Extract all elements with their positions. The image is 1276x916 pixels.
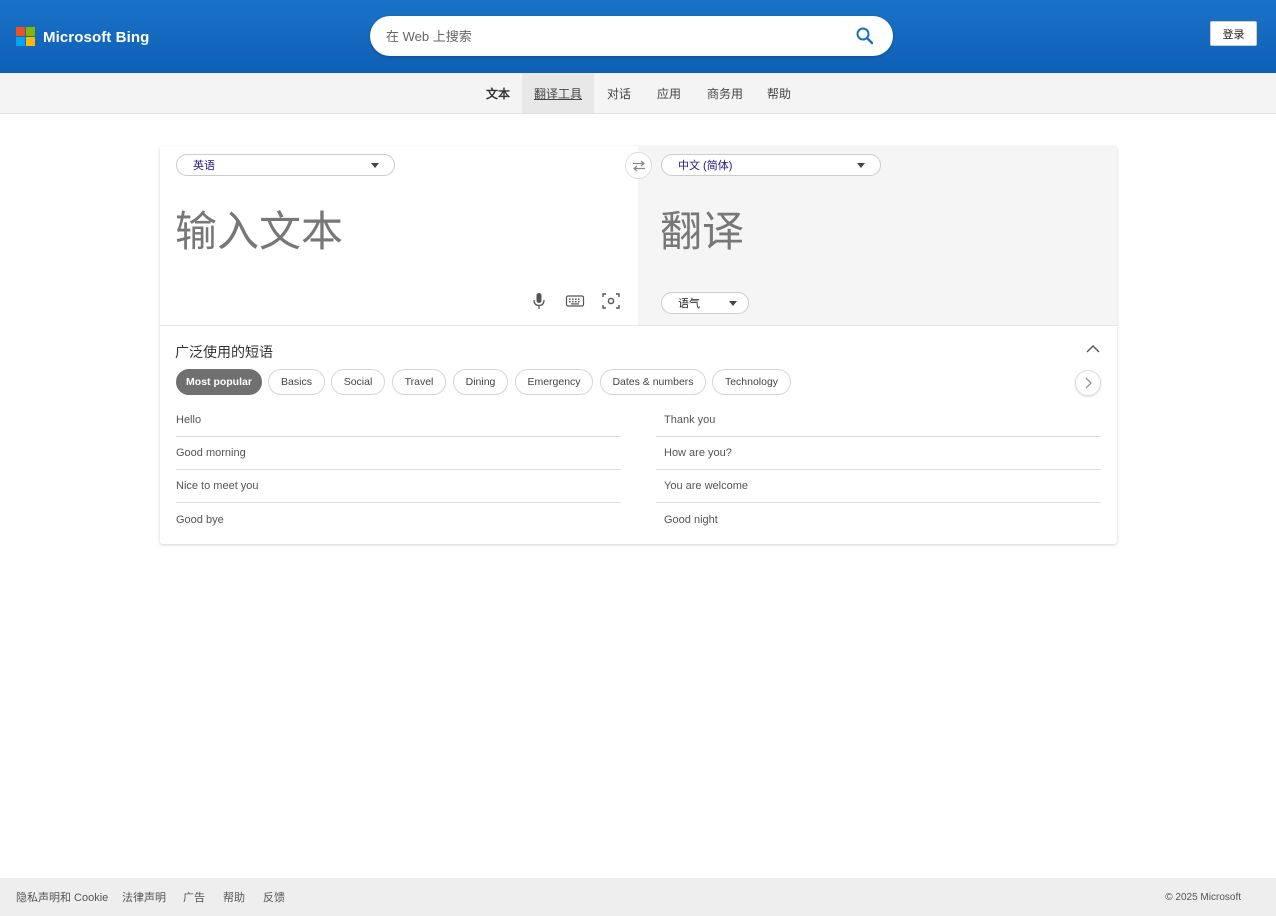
phrases-title: 广泛使用的短语 — [175, 344, 273, 360]
translator-card: 英语 中文 (简体) 输入文本 翻译 语气 广泛使用的短语 Most popul… — [160, 146, 1117, 544]
translation-output: 翻译 — [660, 207, 745, 256]
target-language-select[interactable]: 中文 (简体) — [661, 154, 881, 176]
bing-logo[interactable]: Microsoft Bing — [16, 27, 149, 47]
copyright: © 2025 Microsoft — [1165, 891, 1241, 903]
source-language-select[interactable]: 英语 — [176, 154, 395, 176]
tab-translator-tools[interactable]: 翻译工具 — [522, 73, 594, 113]
phrase-item[interactable]: Good morning — [176, 437, 621, 470]
swap-languages-button[interactable] — [625, 152, 652, 179]
search-box[interactable] — [370, 16, 893, 56]
chevron-down-icon — [729, 301, 737, 306]
chevron-down-icon — [857, 163, 865, 168]
footer-link-feedback[interactable]: 反馈 — [263, 878, 285, 916]
keyboard-icon[interactable] — [565, 292, 585, 310]
phrase-item[interactable]: Thank you — [656, 404, 1101, 437]
chip-dining[interactable]: Dining — [453, 369, 508, 395]
phrase-item[interactable]: How are you? — [656, 437, 1101, 470]
chip-emergency[interactable]: Emergency — [515, 369, 593, 395]
source-text-input[interactable]: 输入文本 — [175, 198, 343, 259]
divider — [160, 325, 1117, 326]
next-categories-button[interactable] — [1075, 370, 1101, 396]
search-input[interactable] — [386, 16, 836, 56]
tab-conversation[interactable]: 对话 — [607, 73, 631, 113]
sub-navigation: 文本 翻译工具 对话 应用 商务用 帮助 — [0, 73, 1276, 114]
header: Microsoft Bing 登录 — [0, 0, 1276, 73]
chip-basics[interactable]: Basics — [268, 369, 325, 395]
phrase-item[interactable]: You are welcome — [656, 470, 1101, 503]
tone-label: 语气 — [678, 298, 700, 310]
tab-text[interactable]: 文本 — [486, 73, 510, 113]
tab-help[interactable]: 帮助 — [767, 73, 791, 113]
phrase-item[interactable]: Good night — [656, 503, 1101, 536]
chevron-down-icon — [371, 163, 379, 168]
footer-link-advertising[interactable]: 广告 — [183, 878, 205, 916]
phrase-item[interactable]: Nice to meet you — [176, 470, 621, 503]
signin-button[interactable]: 登录 — [1210, 21, 1257, 46]
chevron-right-icon — [1085, 377, 1092, 389]
phrase-item[interactable]: Good bye — [176, 503, 621, 536]
microphone-icon[interactable] — [529, 292, 549, 310]
tab-apps[interactable]: 应用 — [657, 73, 681, 113]
tab-business[interactable]: 商务用 — [707, 73, 743, 113]
microsoft-logo-icon — [16, 27, 36, 47]
chip-travel[interactable]: Travel — [392, 369, 446, 395]
brand-name: Microsoft Bing — [43, 28, 150, 46]
swap-icon — [632, 160, 645, 171]
chip-technology[interactable]: Technology — [712, 369, 791, 395]
chevron-up-icon[interactable] — [1086, 344, 1100, 354]
camera-scan-icon[interactable] — [601, 292, 621, 310]
target-language-label: 中文 (简体) — [678, 160, 733, 172]
phrase-item[interactable]: Hello — [176, 404, 621, 437]
chip-dates-numbers[interactable]: Dates & numbers — [600, 369, 706, 395]
chip-most-popular[interactable]: Most popular — [176, 369, 262, 395]
tone-select[interactable]: 语气 — [661, 292, 749, 314]
search-icon[interactable] — [855, 26, 875, 46]
footer-link-privacy[interactable]: 隐私声明和 Cookie — [16, 878, 108, 916]
source-language-label: 英语 — [193, 160, 215, 172]
footer-link-legal[interactable]: 法律声明 — [122, 878, 166, 916]
footer: 隐私声明和 Cookie 法律声明 广告 帮助 反馈 © 2025 Micros… — [0, 878, 1276, 916]
chip-social[interactable]: Social — [331, 369, 385, 395]
footer-link-help[interactable]: 帮助 — [223, 878, 245, 916]
